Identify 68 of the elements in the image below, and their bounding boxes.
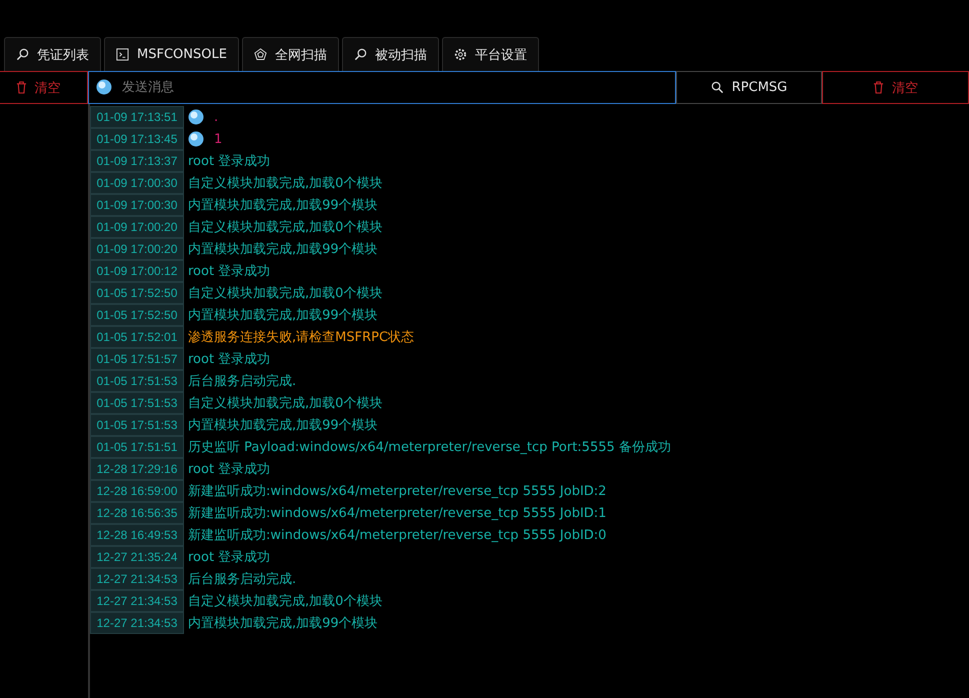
timestamp: 01-05 17:51:53 — [90, 392, 184, 414]
timestamp: 01-05 17:52:50 — [90, 304, 184, 326]
log-message: 内置模块加载完成,加载99个模块 — [188, 197, 378, 214]
timestamp: 01-09 17:00:20 — [90, 238, 184, 260]
timestamp: 01-09 17:00:12 — [90, 260, 184, 282]
tab[interactable]: 凭证列表 — [4, 37, 101, 71]
timestamp: 12-27 21:34:53 — [90, 612, 184, 634]
log-message: root 登录成功 — [188, 153, 270, 170]
timestamp: 12-28 16:49:53 — [90, 524, 184, 546]
timestamp: 01-05 17:51:53 — [90, 414, 184, 436]
pentagon-icon — [254, 48, 267, 61]
log-message: 内置模块加载完成,加载99个模块 — [188, 417, 378, 434]
log-message: 自定义模块加载完成,加载0个模块 — [188, 395, 382, 412]
timestamp: 01-09 17:00:30 — [90, 194, 184, 216]
timestamp: 12-28 16:56:35 — [90, 502, 184, 524]
log-message: root 登录成功 — [188, 461, 270, 478]
log-message: 渗透服务连接失败,请检查MSFRPC状态 — [188, 329, 414, 346]
tab[interactable]: MSFCONSOLE — [104, 37, 239, 71]
clear-button[interactable]: 清空 — [822, 71, 969, 104]
timestamp: 01-09 17:00:30 — [90, 172, 184, 194]
timestamp: 01-05 17:51:51 — [90, 436, 184, 458]
settings-icon — [454, 48, 467, 61]
timestamp: 01-05 17:51:53 — [90, 370, 184, 392]
timestamp: 12-28 17:29:16 — [90, 458, 184, 480]
timestamp: 12-27 21:34:53 — [90, 590, 184, 612]
timestamp: 01-09 17:13:51 — [90, 106, 184, 128]
log-message: 后台服务启动完成. — [188, 373, 296, 390]
timestamp: 01-09 17:13:45 — [90, 128, 184, 150]
tab[interactable]: 平台设置 — [442, 37, 539, 71]
message-input-field[interactable]: 发送消息 — [88, 71, 676, 104]
log-message: 自定义模块加载完成,加载0个模块 — [188, 593, 382, 610]
trash-icon — [873, 81, 884, 94]
tab[interactable]: 全网扫描 — [242, 37, 339, 71]
timestamp: 12-27 21:35:24 — [90, 546, 184, 568]
log-message: 内置模块加载完成,加载99个模块 — [188, 241, 378, 258]
search-icon — [710, 81, 724, 94]
log-message: root 登录成功 — [188, 351, 270, 368]
log-message: root 登录成功 — [188, 549, 270, 566]
log-message: 新建监听成功:windows/x64/meterpreter/reverse_tcp 5555 JobID:2 — [188, 483, 606, 500]
globe-icon — [188, 131, 204, 147]
timestamp: 01-05 17:52:01 — [90, 326, 184, 348]
log-message: 内置模块加载完成,加载99个模块 — [188, 615, 378, 632]
log-message: 1 — [214, 132, 222, 146]
log-message: root 登录成功 — [188, 263, 270, 280]
globe-icon — [188, 109, 204, 125]
trash-icon — [16, 81, 26, 94]
clear-button[interactable]: 清空 — [0, 71, 88, 104]
search-icon — [354, 48, 367, 61]
tab[interactable]: 被动扫描 — [342, 37, 439, 71]
log-message: 自定义模块加载完成,加载0个模块 — [188, 175, 382, 192]
log-message: 自定义模块加载完成,加载0个模块 — [188, 285, 382, 302]
log-message: 历史监听 Payload:windows/x64/meterpreter/reverse_tcp Port:5555 备份成功 — [188, 439, 671, 456]
timestamp: 01-09 17:00:20 — [90, 216, 184, 238]
timestamp: 01-05 17:52:50 — [90, 282, 184, 304]
log-message: 新建监听成功:windows/x64/meterpreter/reverse_tcp 5555 JobID:0 — [188, 527, 606, 544]
timestamp: 12-28 16:59:00 — [90, 480, 184, 502]
timestamp: 12-27 21:34:53 — [90, 568, 184, 590]
terminal-icon — [116, 48, 129, 61]
rpcmsg-button[interactable]: RPCMSG — [676, 71, 822, 104]
log-message: 内置模块加载完成,加载99个模块 — [188, 307, 378, 324]
timestamp: 01-05 17:51:57 — [90, 348, 184, 370]
timestamp: 01-09 17:13:37 — [90, 150, 184, 172]
log-message: 自定义模块加载完成,加载0个模块 — [188, 219, 382, 236]
log-message: . — [214, 110, 218, 124]
log-message: 新建监听成功:windows/x64/meterpreter/reverse_tcp 5555 JobID:1 — [188, 505, 606, 522]
globe-icon — [96, 79, 112, 95]
search-icon — [16, 48, 29, 61]
log-message: 后台服务启动完成. — [188, 571, 296, 588]
